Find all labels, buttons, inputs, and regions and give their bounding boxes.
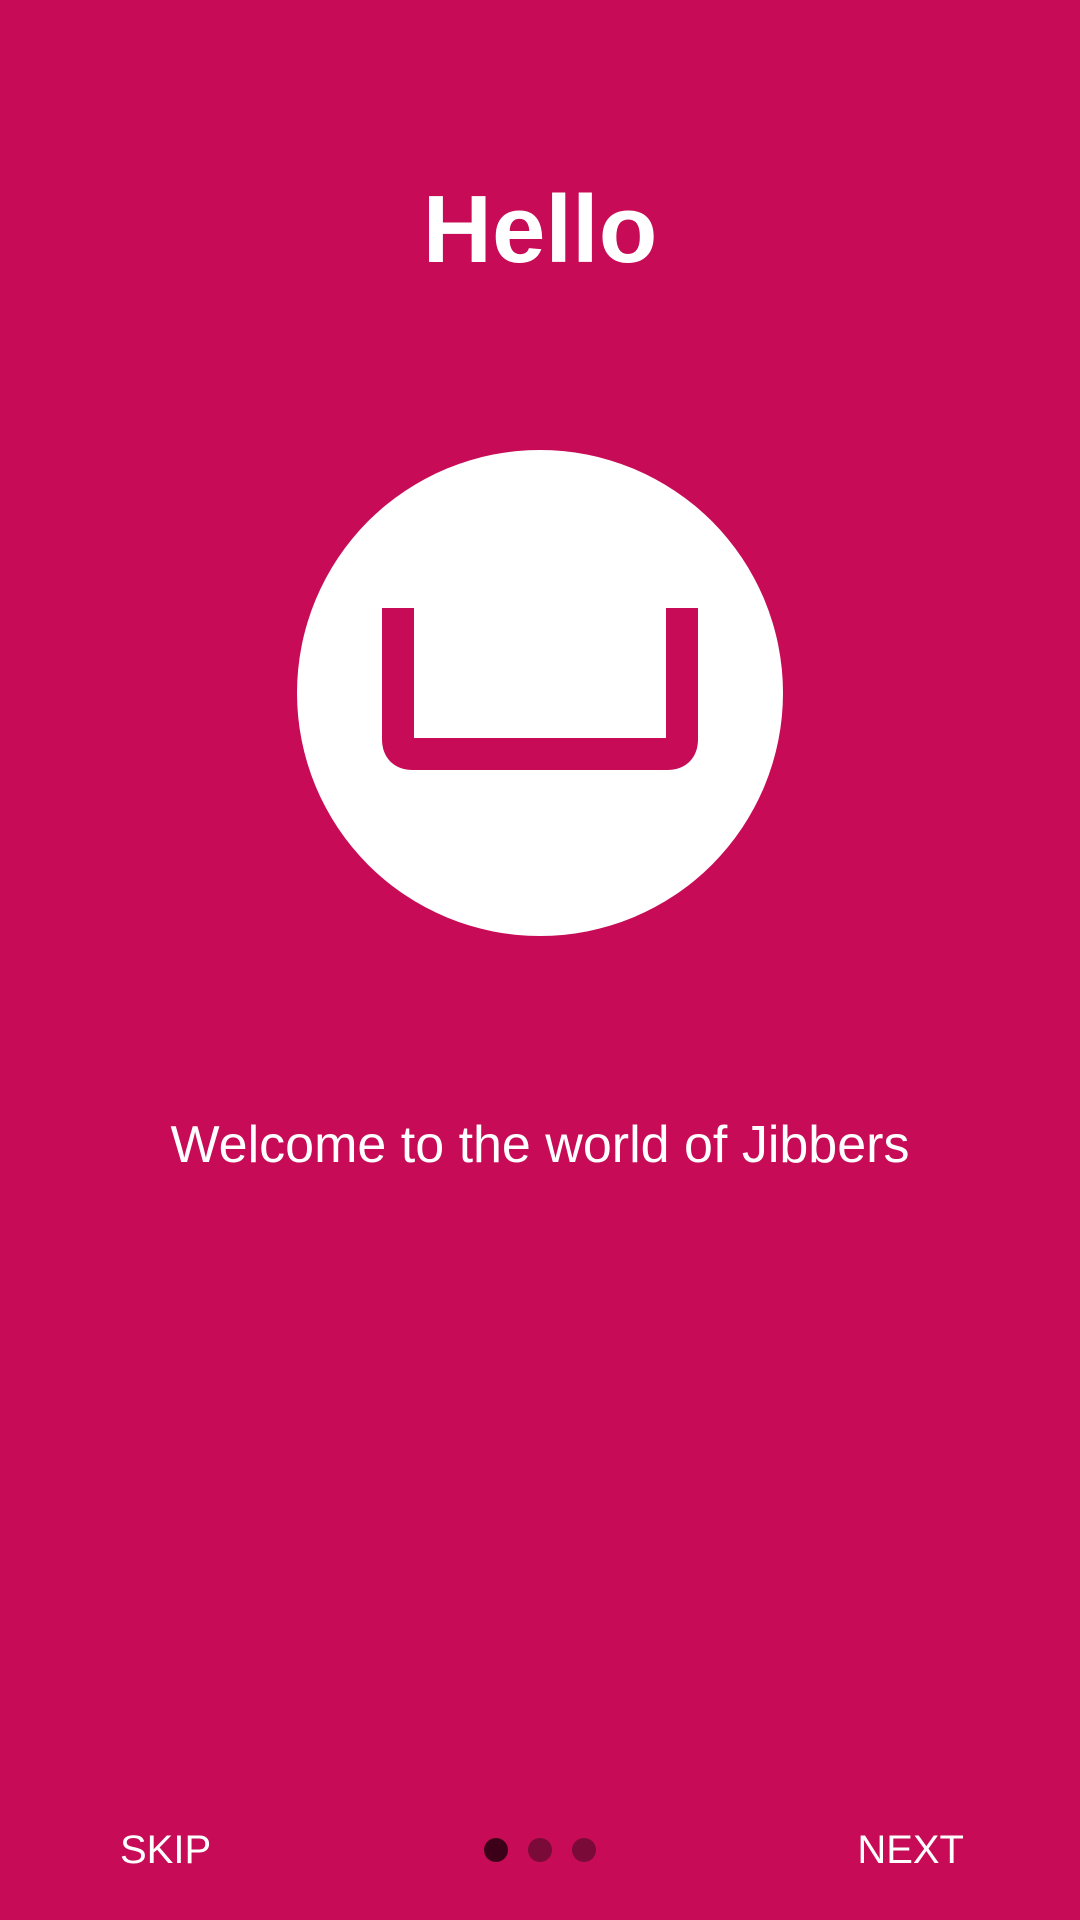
space-bar-icon [382,608,698,770]
onboarding-footer: SKIP NEXT [0,1810,1080,1890]
page-dot-1[interactable] [484,1838,508,1862]
onboarding-screen: Hello Welcome to the world of Jibbers SK… [0,0,1080,1920]
page-title: Hello [422,176,658,283]
page-dot-3[interactable] [572,1838,596,1862]
next-button[interactable]: NEXT [857,1810,964,1890]
page-indicator [484,1838,596,1862]
page-dot-2[interactable] [528,1838,552,1862]
skip-button[interactable]: SKIP [120,1810,211,1890]
welcome-message: Welcome to the world of Jibbers [170,1116,910,1174]
hero-circle [297,450,783,936]
